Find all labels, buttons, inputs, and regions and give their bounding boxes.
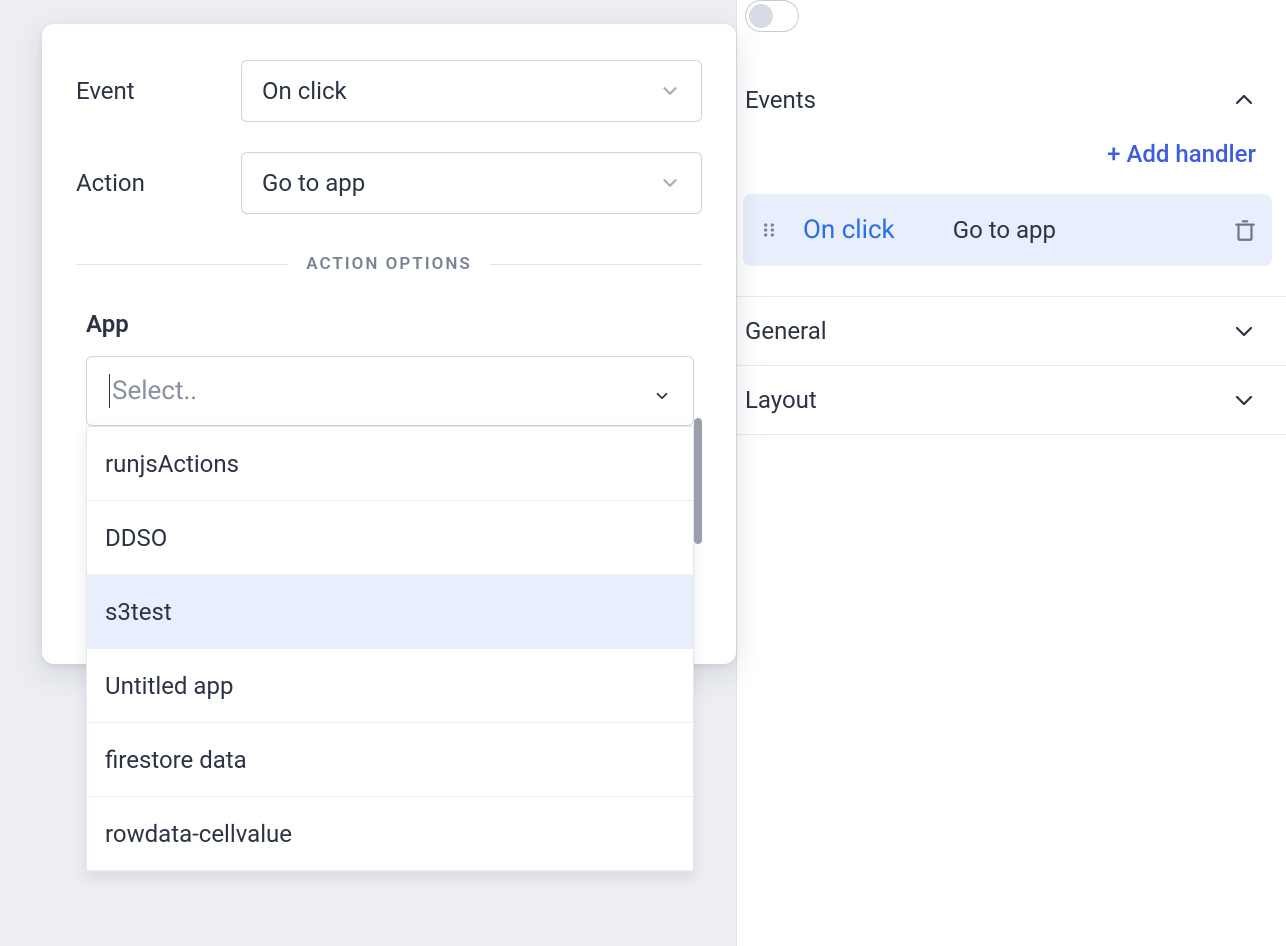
text-caret [109,374,110,408]
section-layout: Layout [737,365,1286,434]
chevron-down-icon [1232,319,1256,343]
chevron-down-icon [1232,388,1256,412]
properties-panel: Events + Add handler On click Go to app [736,0,1286,946]
section-title-events: Events [745,86,816,114]
section-header-layout[interactable]: Layout [737,366,1286,434]
action-label: Action [76,169,241,197]
delete-handler-button[interactable] [1232,217,1258,243]
handler-action-label: Go to app [953,216,1216,244]
chevron-down-icon [653,382,671,400]
toggle-switch[interactable] [745,0,799,32]
add-handler-button[interactable]: + Add handler [737,134,1286,194]
action-select-value: Go to app [262,169,365,197]
app-option[interactable]: firestore data [87,723,693,797]
handler-event-label: On click [803,215,895,245]
action-options-heading: ACTION OPTIONS [306,254,472,274]
app-option[interactable]: rowdata-cellvalue [87,797,693,871]
chevron-down-icon [659,172,681,194]
section-title-general: General [745,317,827,345]
chevron-down-icon [659,80,681,102]
scroll-thumb[interactable] [694,418,702,544]
app-select-input[interactable]: Select.. [86,356,694,426]
event-select[interactable]: On click [241,60,702,122]
action-row: Action Go to app [76,152,702,214]
section-title-layout: Layout [745,386,817,414]
app-dropdown-list: runjsActionsDDSOs3testUntitled appfirest… [86,426,694,872]
app-option[interactable]: s3test [87,575,693,649]
action-select[interactable]: Go to app [241,152,702,214]
section-general: General [737,296,1286,365]
chevron-up-icon [1232,88,1256,112]
app-select-placeholder: Select.. [112,376,197,406]
section-events: Events + Add handler On click Go to app [737,66,1286,266]
event-row: Event On click [76,60,702,122]
event-config-popover: Event On click Action Go to app ACTION O… [42,24,736,664]
event-select-value: On click [262,77,347,105]
action-options-divider: ACTION OPTIONS [76,254,702,274]
toggle-knob [749,4,773,28]
app-option[interactable]: runjsActions [87,427,693,501]
drag-handle-icon[interactable] [757,218,781,242]
app-select-wrap: Select.. runjsActionsDDSOs3testUntitled … [86,356,694,426]
app-option[interactable]: Untitled app [87,649,693,723]
app-field-label: App [86,310,702,338]
section-header-events[interactable]: Events [737,66,1286,134]
app-option[interactable]: DDSO [87,501,693,575]
handler-row[interactable]: On click Go to app [743,194,1272,266]
event-label: Event [76,77,241,105]
section-header-general[interactable]: General [737,297,1286,365]
